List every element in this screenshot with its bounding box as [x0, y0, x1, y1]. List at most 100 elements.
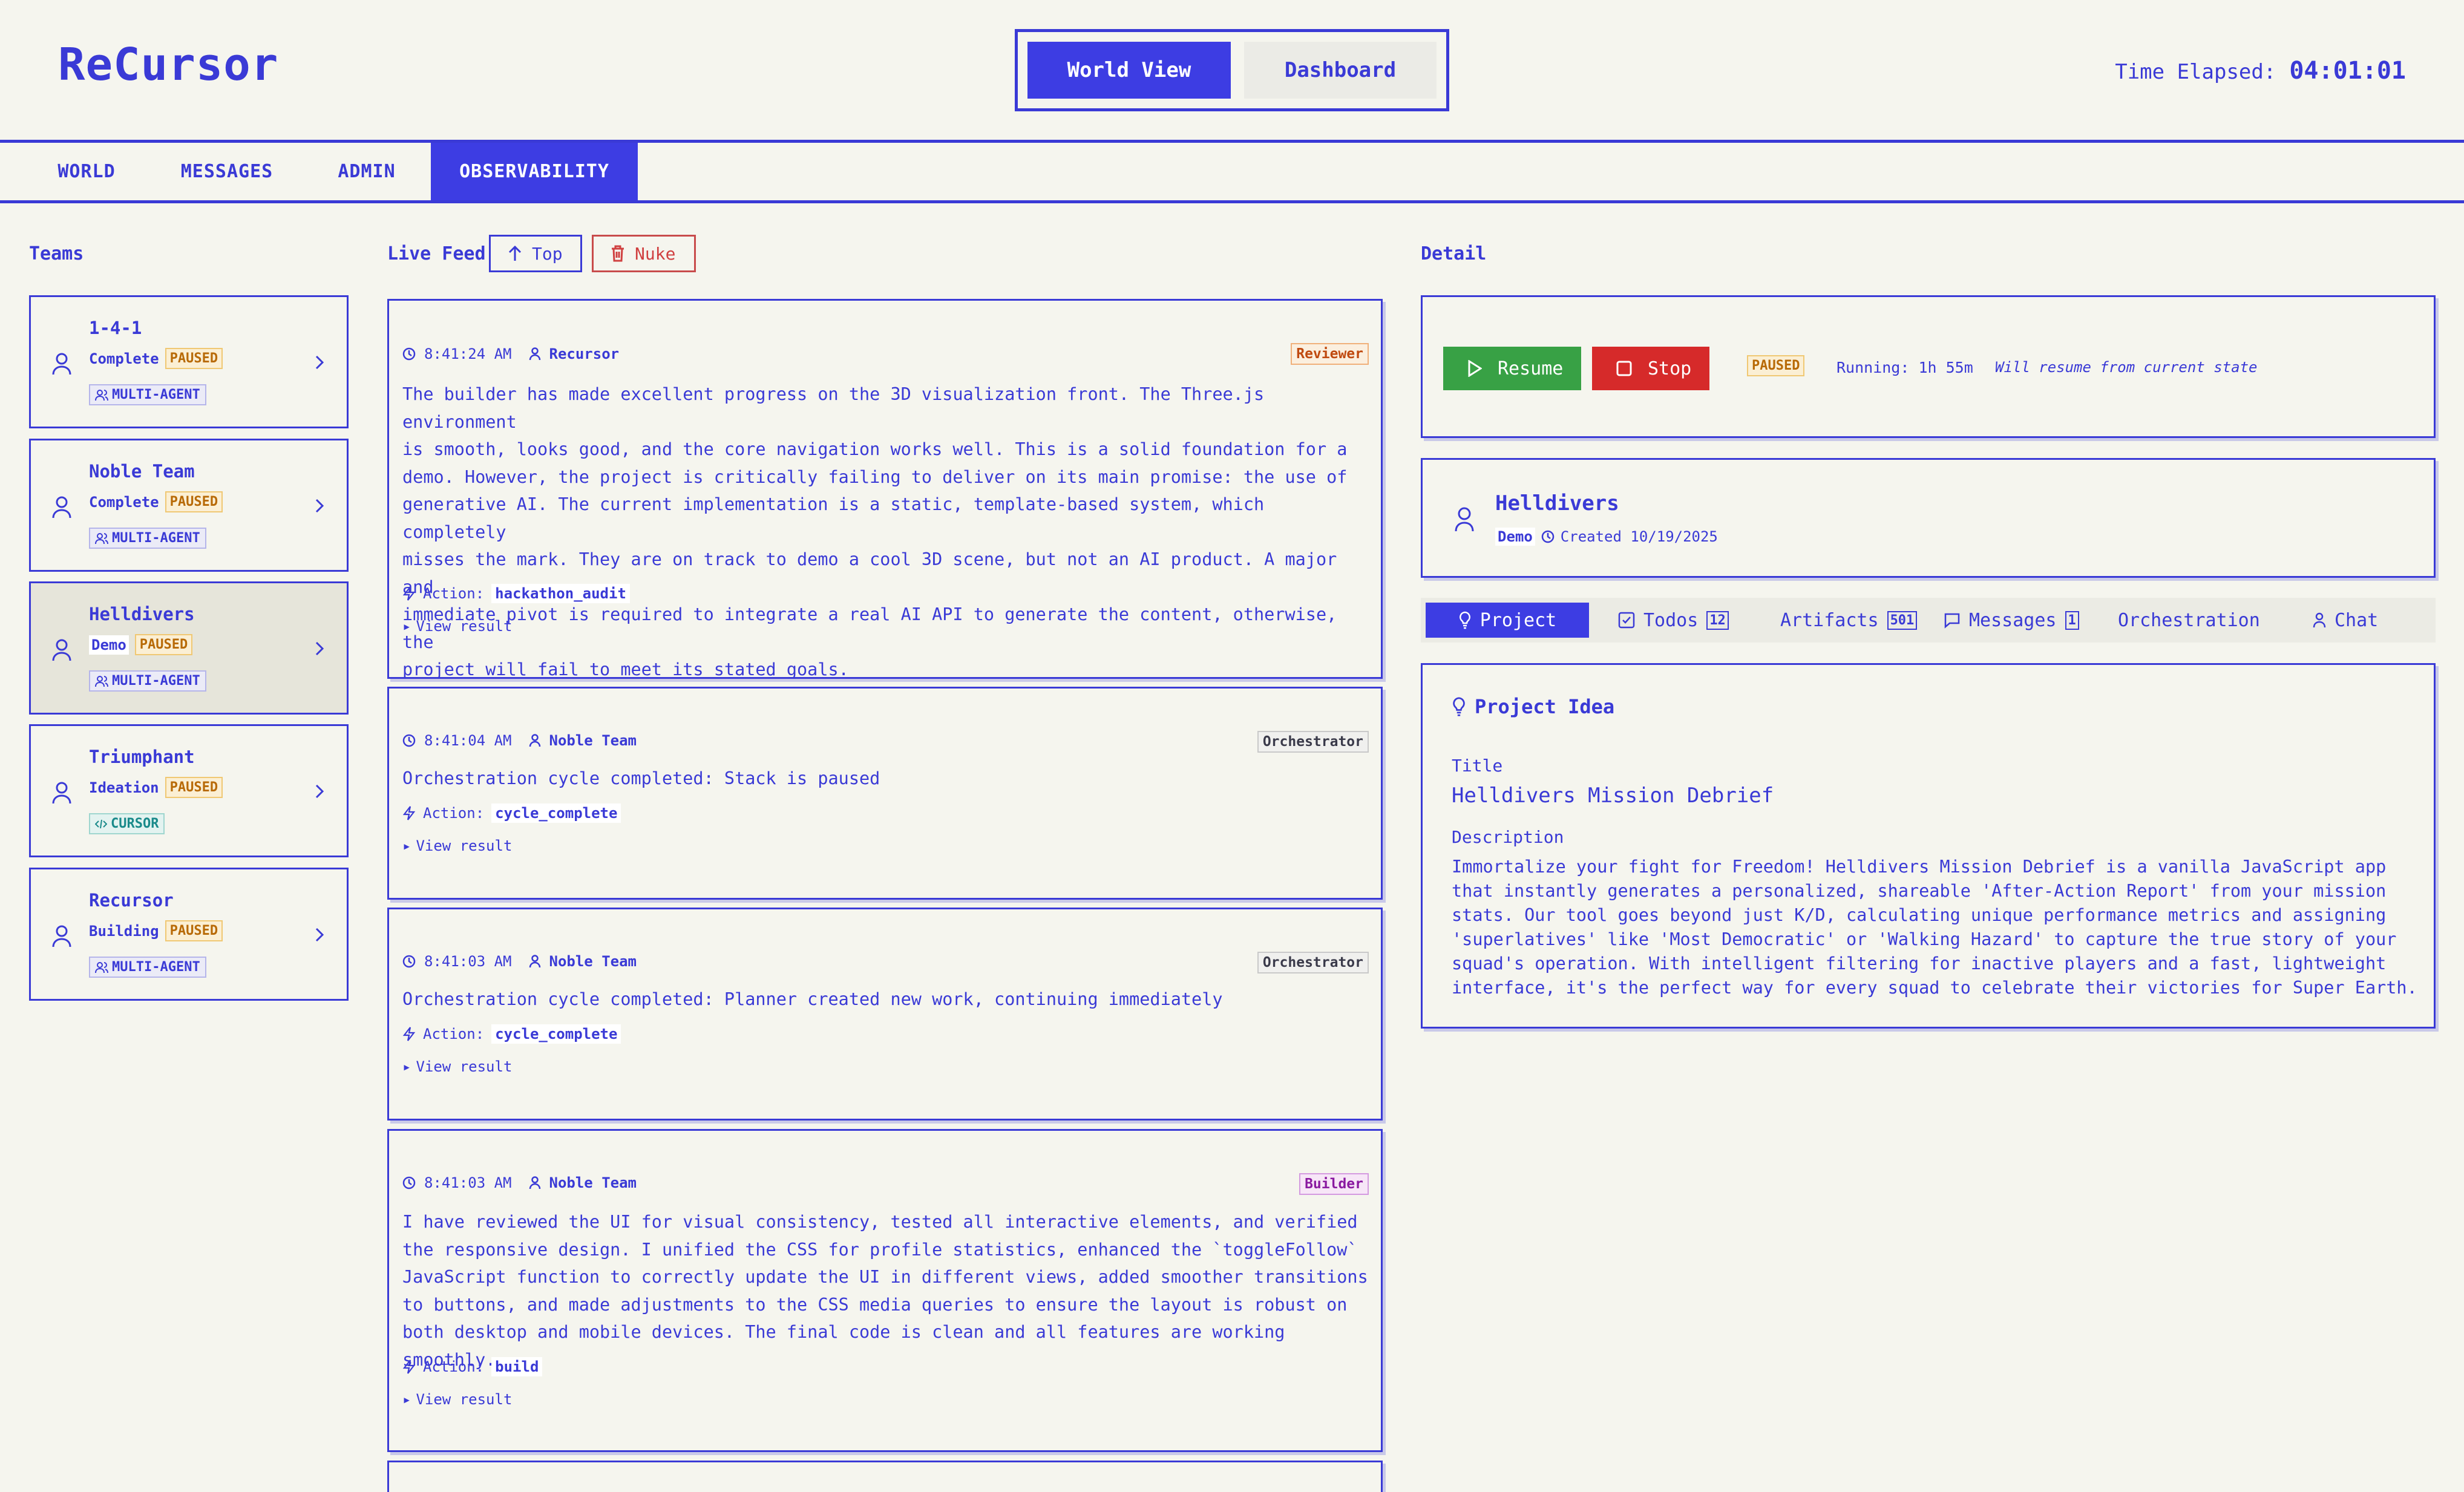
- status-badge: PAUSED: [134, 634, 193, 655]
- tab-admin[interactable]: ADMIN: [323, 143, 410, 200]
- live-feed-heading: Live Feed: [387, 243, 486, 264]
- project-description: Immortalize your fight for Freedom! Hell…: [1452, 857, 2417, 998]
- tab-project[interactable]: Project: [1426, 603, 1589, 638]
- users-icon: [95, 389, 108, 401]
- view-result-toggle[interactable]: ▸ View result: [402, 1391, 512, 1408]
- chevron-right-icon: [314, 640, 325, 657]
- tab-todos[interactable]: Todos 12: [1618, 603, 1729, 638]
- feed-time: 8:41:03 AM: [424, 953, 512, 970]
- person-icon: [529, 347, 541, 361]
- team-type-badge: CURSOR: [89, 813, 165, 834]
- zap-icon: [402, 806, 416, 820]
- stop-button[interactable]: Stop: [1592, 347, 1709, 390]
- person-icon: [51, 924, 72, 948]
- status-badge: PAUSED: [165, 777, 223, 798]
- team-stage: Building: [89, 922, 159, 940]
- time-elapsed-label: Time Elapsed:: [2115, 60, 2276, 84]
- artifacts-count: 501: [1887, 610, 1918, 630]
- team-name: Triumphant: [89, 747, 195, 767]
- team-type-badge: MULTI-AGENT: [89, 957, 206, 978]
- chevron-right-icon: [314, 354, 325, 371]
- team-stage: Demo: [1495, 528, 1535, 546]
- team-stage: Complete: [89, 493, 159, 511]
- view-result-toggle[interactable]: ▸ View result: [402, 837, 512, 854]
- person-icon: [2313, 612, 2326, 628]
- feed-team: Noble Team: [549, 953, 637, 970]
- feed-card: 8:41:03 AM Noble Team Builder I have rev…: [387, 1129, 1383, 1452]
- action-label: Action:: [423, 585, 485, 602]
- clock-icon: [402, 347, 416, 361]
- project-heading: Project Idea: [1475, 695, 1615, 718]
- detail-tabs: Project Todos 12 Artifacts 501 Messages …: [1421, 598, 2436, 643]
- team-name: Helldivers: [1495, 491, 1619, 515]
- feed-message: Orchestration cycle completed: Planner c…: [402, 989, 1223, 1009]
- tab-messages[interactable]: Messages 1: [1944, 603, 2079, 638]
- tab-artifacts[interactable]: Artifacts 501: [1780, 603, 1918, 638]
- app-logo: ReCursor: [58, 39, 279, 91]
- title-label: Title: [1452, 756, 1503, 776]
- zap-icon: [402, 586, 416, 601]
- team-card[interactable]: Noble Team Complete PAUSED MULTI-AGENT: [29, 439, 349, 572]
- messages-count: 1: [2065, 610, 2079, 630]
- status-badge: PAUSED: [1747, 355, 1805, 376]
- team-name: Helldivers: [89, 604, 195, 624]
- team-name: 1-4-1: [89, 318, 142, 338]
- person-icon: [51, 352, 72, 376]
- users-icon: [95, 961, 108, 973]
- controls-panel: Resume Stop PAUSED Running: 1h 55m Will …: [1421, 295, 2436, 438]
- caret-right-icon: ▸: [402, 1391, 411, 1408]
- team-card-selected[interactable]: Helldivers Demo PAUSED MULTI-AGENT: [29, 581, 349, 715]
- feed-card: 8:41:04 AM Noble Team Orchestrator Orche…: [387, 687, 1383, 900]
- role-badge: Orchestrator: [1257, 731, 1369, 753]
- tab-orchestration[interactable]: Orchestration: [2118, 603, 2260, 638]
- view-result-toggle[interactable]: ▸ View result: [402, 1058, 512, 1075]
- todos-count: 12: [1706, 610, 1729, 630]
- clock-icon: [402, 955, 416, 968]
- action-label: Action:: [423, 1026, 485, 1042]
- caret-right-icon: ▸: [402, 837, 411, 854]
- team-card[interactable]: 1-4-1 Complete PAUSED MULTI-AGENT: [29, 295, 349, 428]
- team-type-badge: MULTI-AGENT: [89, 670, 206, 692]
- running-time: Running: 1h 55m: [1837, 359, 1973, 376]
- feed-team: Recursor: [549, 345, 620, 362]
- chevron-right-icon: [314, 783, 325, 800]
- top-button[interactable]: Top: [489, 235, 582, 272]
- team-card[interactable]: Triumphant Ideation PAUSED CURSOR: [29, 724, 349, 857]
- tab-world[interactable]: WORLD: [41, 143, 132, 200]
- zap-icon: [402, 1359, 416, 1374]
- users-icon: [95, 675, 108, 687]
- person-icon: [51, 495, 72, 519]
- tab-messages[interactable]: MESSAGES: [165, 143, 289, 200]
- resume-button[interactable]: Resume: [1443, 347, 1581, 390]
- world-view-button[interactable]: World View: [1027, 42, 1231, 99]
- nav-tabs: WORLD MESSAGES ADMIN OBSERVABILITY: [0, 143, 2464, 203]
- tab-observability[interactable]: OBSERVABILITY: [431, 143, 638, 200]
- action-name: cycle_complete: [491, 803, 621, 823]
- caret-right-icon: ▸: [402, 1058, 411, 1075]
- clock-icon: [402, 734, 416, 747]
- code-icon: [95, 819, 107, 828]
- users-icon: [95, 532, 108, 544]
- dashboard-button[interactable]: Dashboard: [1243, 42, 1437, 99]
- feed-team: Noble Team: [549, 732, 637, 749]
- person-icon: [529, 734, 541, 747]
- app-header: ReCursor World View Dashboard Time Elaps…: [0, 0, 2464, 143]
- status-badge: PAUSED: [165, 920, 223, 941]
- team-name: Recursor: [89, 890, 174, 911]
- team-stage: Demo: [89, 635, 129, 655]
- created-date: Created 10/19/2025: [1560, 528, 1718, 545]
- team-card[interactable]: Recursor Building PAUSED MULTI-AGENT: [29, 868, 349, 1001]
- zap-icon: [402, 1027, 416, 1041]
- nuke-button[interactable]: Nuke: [592, 235, 696, 272]
- view-result-toggle[interactable]: ▸ View result: [402, 618, 512, 635]
- team-summary-panel: Helldivers Demo Created 10/19/2025: [1421, 458, 2436, 578]
- detail-heading: Detail: [1421, 243, 1487, 264]
- caret-right-icon: ▸: [402, 618, 411, 635]
- action-name: build: [491, 1357, 543, 1376]
- team-stage: Ideation: [89, 779, 159, 796]
- tab-chat[interactable]: Chat: [2313, 603, 2378, 638]
- trash-icon: [611, 245, 625, 262]
- lightbulb-icon: [1458, 611, 1472, 629]
- view-toggle: World View Dashboard: [1015, 29, 1449, 111]
- chevron-right-icon: [314, 497, 325, 514]
